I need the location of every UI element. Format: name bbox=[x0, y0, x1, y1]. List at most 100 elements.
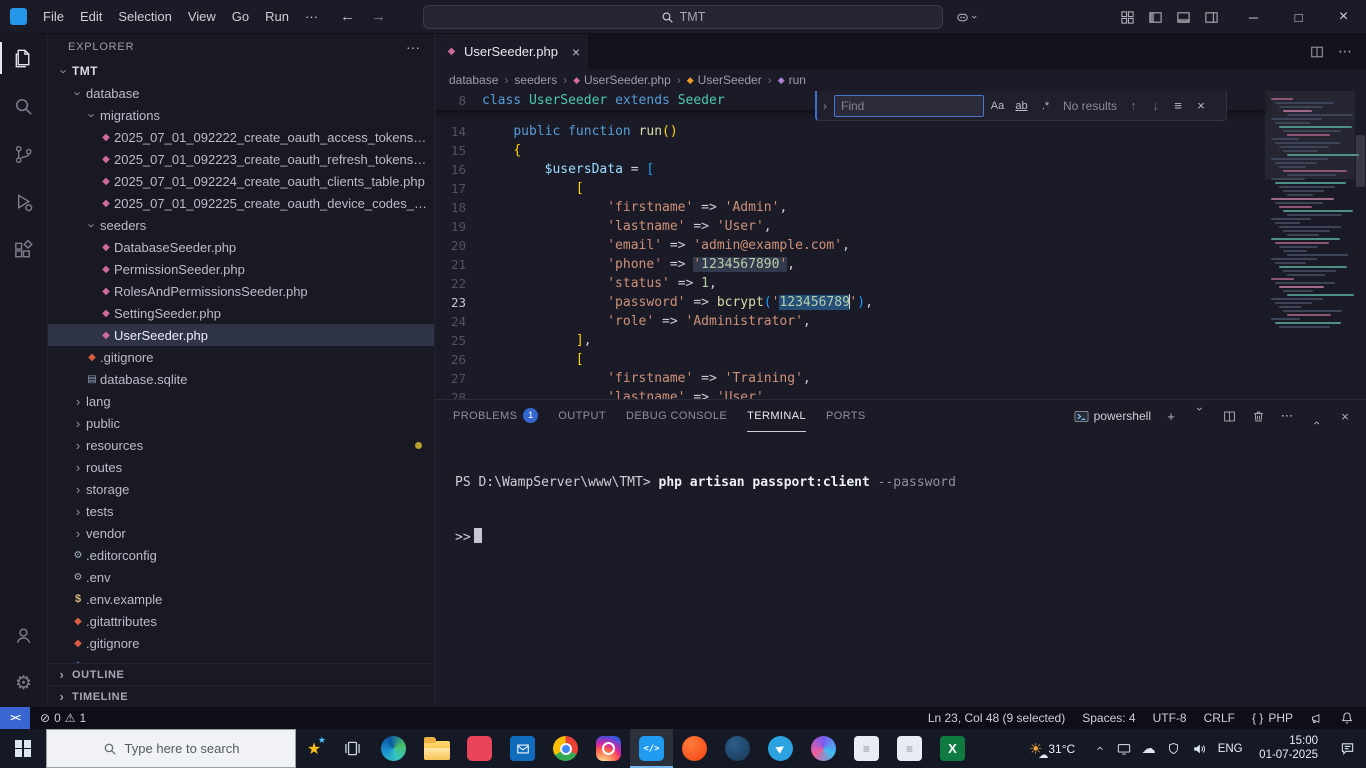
status-indentation[interactable]: Spaces: 4 bbox=[1082, 711, 1135, 725]
tree-file-editorconfig[interactable]: ⚙ .editorconfig bbox=[48, 544, 434, 566]
weather-widget[interactable]: ☀ ☁ 31°C bbox=[1017, 729, 1087, 768]
code-line-14[interactable]: 14 public function run() bbox=[435, 122, 1265, 141]
taskbar-app-browser[interactable] bbox=[802, 729, 845, 768]
taskbar-app-app-navy[interactable] bbox=[716, 729, 759, 768]
task-view-button[interactable] bbox=[332, 729, 372, 768]
activity-search[interactable] bbox=[0, 82, 47, 130]
code-line-25[interactable]: 25 ], bbox=[435, 331, 1265, 350]
new-terminal-button[interactable]: + bbox=[1162, 409, 1180, 424]
window-close-button[interactable]: × bbox=[1321, 0, 1366, 34]
panel-tab-terminal[interactable]: TERMINAL bbox=[747, 400, 806, 432]
menu-go[interactable]: Go bbox=[224, 6, 257, 27]
remote-indicator[interactable]: >< bbox=[0, 707, 30, 729]
code-line-15[interactable]: 15 { bbox=[435, 141, 1265, 160]
copilot-menu[interactable]: › bbox=[955, 0, 980, 34]
taskbar-search[interactable]: Type here to search bbox=[46, 729, 296, 768]
tree-folder-resources[interactable]: › resources bbox=[48, 434, 434, 456]
tree-folder-tmt[interactable]: › TMT bbox=[48, 60, 434, 82]
menu-file[interactable]: File bbox=[35, 6, 72, 27]
line-number[interactable]: 16 bbox=[435, 160, 482, 179]
line-number[interactable]: 18 bbox=[435, 198, 482, 217]
tree-file-2025-07-01-092222-create-oauth-access-tokens-table-php[interactable]: ◆ 2025_07_01_092222_create_oauth_access_t… bbox=[48, 126, 434, 148]
status-encoding[interactable]: UTF-8 bbox=[1153, 711, 1187, 725]
line-number[interactable]: 24 bbox=[435, 312, 482, 331]
line-number[interactable]: 26 bbox=[435, 350, 482, 369]
taskbar-app-instagram[interactable] bbox=[587, 729, 630, 768]
maximize-panel-chevron-icon[interactable]: › bbox=[1309, 407, 1323, 425]
tab-userseeder[interactable]: ◆ UserSeeder.php × bbox=[435, 34, 589, 69]
editor-scrollbar[interactable] bbox=[1356, 135, 1365, 187]
tree-file-gitignore[interactable]: ◆ .gitignore bbox=[48, 632, 434, 654]
code-line-20[interactable]: 20 'email' => 'admin@example.com', bbox=[435, 236, 1265, 255]
code-line-21[interactable]: 21 'phone' => '1234567890', bbox=[435, 255, 1265, 274]
taskbar-app-telegram[interactable]: ▶ bbox=[759, 729, 802, 768]
menu-item[interactable]: ··· bbox=[297, 6, 326, 27]
code-line-24[interactable]: 24 'role' => 'Administrator', bbox=[435, 312, 1265, 331]
tray-expand-chevron[interactable]: › bbox=[1087, 729, 1111, 768]
tree-folder-public[interactable]: › public bbox=[48, 412, 434, 434]
activity-run-debug[interactable] bbox=[0, 178, 47, 226]
breadcrumb-userseeder-php[interactable]: ◆ UserSeeder.php bbox=[573, 73, 671, 87]
taskbar-clock[interactable]: 15:00 01-07-2025 bbox=[1249, 729, 1328, 768]
taskbar-app-app-red[interactable] bbox=[458, 729, 501, 768]
tree-file-env[interactable]: ⚙ .env bbox=[48, 566, 434, 588]
display-tray-icon[interactable] bbox=[1111, 729, 1136, 768]
taskbar-app-app-light-2[interactable]: ≡ bbox=[888, 729, 931, 768]
breadcrumb-seeders[interactable]: seeders bbox=[514, 73, 557, 87]
taskbar-app-file-explorer[interactable] bbox=[415, 729, 458, 768]
tree-folder-storage[interactable]: › storage bbox=[48, 478, 434, 500]
tree-file-gitattributes[interactable]: ◆ .gitattributes bbox=[48, 610, 434, 632]
breadcrumb-userseeder[interactable]: ◆ UserSeeder bbox=[687, 73, 762, 87]
security-tray-icon[interactable] bbox=[1161, 729, 1186, 768]
breadcrumb-run[interactable]: ◆ run bbox=[778, 73, 806, 87]
code-line-19[interactable]: 19 'lastname' => 'User', bbox=[435, 217, 1265, 236]
taskbar-app-brave[interactable] bbox=[673, 729, 716, 768]
section-timeline[interactable]: › TIMELINE bbox=[48, 685, 434, 707]
tree-file-rolesandpermissionsseeder-php[interactable]: ◆ RolesAndPermissionsSeeder.php bbox=[48, 280, 434, 302]
tree-file-database-sqlite[interactable]: ▤ database.sqlite bbox=[48, 368, 434, 390]
tree-file-userseeder-php[interactable]: ◆ UserSeeder.php bbox=[48, 324, 434, 346]
editor-more-button[interactable]: ⋯ bbox=[1338, 43, 1352, 60]
code-line-26[interactable]: 26 [ bbox=[435, 350, 1265, 369]
activity-settings[interactable]: ⚙ bbox=[0, 659, 47, 707]
taskbar-app-vs-code[interactable]: </> bbox=[630, 729, 673, 768]
breadcrumb-database[interactable]: database bbox=[449, 73, 498, 87]
whole-word-button[interactable]: ab bbox=[1011, 95, 1032, 116]
tree-folder-routes[interactable]: › routes bbox=[48, 456, 434, 478]
panel-tab-debug-console[interactable]: DEBUG CONSOLE bbox=[626, 400, 727, 432]
panel-more-button[interactable]: ⋯ bbox=[1278, 408, 1296, 424]
line-number[interactable]: 28 bbox=[435, 388, 482, 399]
line-number[interactable]: 23 bbox=[435, 293, 482, 312]
menu-selection[interactable]: Selection bbox=[110, 6, 179, 27]
action-center-button[interactable] bbox=[1328, 729, 1366, 768]
code-line-16[interactable]: 16 $usersData = [ bbox=[435, 160, 1265, 179]
code-line-28[interactable]: 28 'lastname' => 'User', bbox=[435, 388, 1265, 399]
tree-file-2025-07-01-092225-create-oauth-device-codes-table-php[interactable]: ◆ 2025_07_01_092225_create_oauth_device_c… bbox=[48, 192, 434, 214]
line-number[interactable]: 15 bbox=[435, 141, 482, 160]
code-editor[interactable]: 8 class UserSeeder extends Seeder 14 pub… bbox=[435, 91, 1366, 399]
line-number[interactable]: 21 bbox=[435, 255, 482, 274]
code-line-23[interactable]: 23 'password' => bcrypt('123456789'), bbox=[435, 293, 1265, 312]
window-maximize-button[interactable]: □ bbox=[1276, 0, 1321, 34]
line-number[interactable]: 17 bbox=[435, 179, 482, 198]
regex-button[interactable]: .* bbox=[1035, 95, 1056, 116]
status-eol[interactable]: CRLF bbox=[1204, 711, 1235, 725]
terminal-dropdown-chevron-icon[interactable]: › bbox=[1193, 407, 1207, 425]
line-number[interactable]: 14 bbox=[435, 122, 482, 141]
panel-tab-ports[interactable]: PORTS bbox=[826, 400, 866, 432]
code-line-22[interactable]: 22 'status' => 1, bbox=[435, 274, 1265, 293]
tree-folder-lang[interactable]: › lang bbox=[48, 390, 434, 412]
problems-status[interactable]: ⊘ 0 ⚠ 1 bbox=[30, 711, 96, 725]
split-terminal-button[interactable] bbox=[1220, 410, 1238, 423]
find-close-button[interactable]: × bbox=[1191, 98, 1211, 113]
toggle-sidebar-button[interactable] bbox=[1141, 3, 1169, 31]
panel-tab-output[interactable]: OUTPUT bbox=[558, 400, 606, 432]
code-line-18[interactable]: 18 'firstname' => 'Admin', bbox=[435, 198, 1265, 217]
tree-file-settingseeder-php[interactable]: ◆ SettingSeeder.php bbox=[48, 302, 434, 324]
taskbar-app-edge[interactable] bbox=[372, 729, 415, 768]
search-highlights-button[interactable]: ★ ★ bbox=[296, 729, 332, 768]
tree-folder-tests[interactable]: › tests bbox=[48, 500, 434, 522]
status-cursor-position[interactable]: Ln 23, Col 48 (9 selected) bbox=[928, 711, 1065, 725]
customize-layout-button[interactable] bbox=[1113, 3, 1141, 31]
taskbar-app-app-light[interactable]: ≡ bbox=[845, 729, 888, 768]
